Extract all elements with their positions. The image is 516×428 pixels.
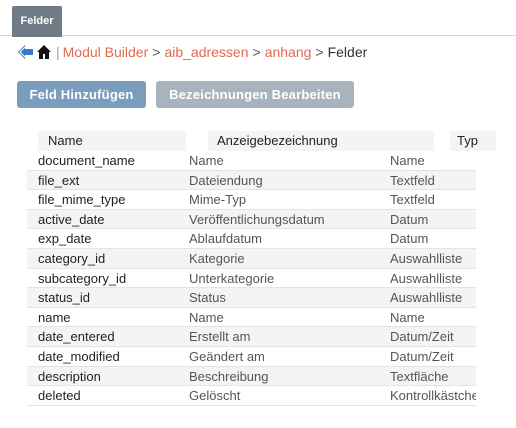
field-name-cell[interactable]: subcategory_id <box>38 269 188 288</box>
field-label-cell: Veröffentlichungsdatum <box>189 211 325 227</box>
field-label-cell: Mime-Typ <box>189 192 247 208</box>
field-type-cell: Kontrollkästchen <box>390 388 476 404</box>
table-header: Name Anzeigebezeichnung Typ <box>17 131 496 151</box>
table-row[interactable]: date_modified Geändert am Datum/Zeit <box>27 347 476 367</box>
fields-table: document_name Name Name file_ext Dateiendung… <box>27 151 476 406</box>
breadcrumb-arrow: > <box>252 44 261 60</box>
field-name-cell[interactable]: exp_date <box>38 229 188 248</box>
field-type-cell: Auswahlliste <box>390 290 463 306</box>
field-label-cell: Ablaufdatum <box>189 231 262 247</box>
field-label-cell: Dateiendung <box>189 172 263 188</box>
table-row[interactable]: name Name Name <box>27 308 476 328</box>
field-label-cell: Kategorie <box>189 250 245 266</box>
table-row[interactable]: deletedGelöscht Kontrollkästchen <box>27 386 476 406</box>
field-name-cell[interactable]: document_name <box>38 151 188 170</box>
column-header-label[interactable]: Anzeigebezeichnung <box>208 131 434 151</box>
field-label-cell: Unterkategorie <box>189 270 275 286</box>
field-type-cell: Datum/Zeit <box>390 348 454 364</box>
table-row[interactable]: document_name Name Name <box>27 151 476 171</box>
add-field-button[interactable]: Feld Hinzufügen <box>17 81 146 108</box>
field-name-cell[interactable]: description <box>38 367 188 386</box>
field-type-cell: Name <box>390 153 425 168</box>
field-type-cell: Auswahlliste <box>390 270 463 286</box>
field-name-cell[interactable]: file_mime_type <box>38 190 188 209</box>
field-type-cell: Datum <box>390 231 429 247</box>
edit-labels-button[interactable]: Bezeichnungen Bearbeiten <box>156 81 354 108</box>
field-label-cell: Beschreibung <box>189 368 269 384</box>
table-row[interactable]: category_id Kategorie Auswahlliste <box>27 248 476 269</box>
home-icon[interactable] <box>36 44 53 60</box>
field-label-cell: Gelöscht <box>189 388 241 404</box>
field-label-cell: Name <box>189 153 224 168</box>
field-label-cell: Erstellt am <box>189 329 251 345</box>
field-type-cell: Textfeld <box>390 172 435 188</box>
field-type-cell: Auswahlliste <box>390 250 463 266</box>
field-type-cell: Textfeld <box>390 192 435 208</box>
breadcrumb-link-aib-adressen[interactable]: aib_adressen <box>164 44 248 60</box>
back-arrow-icon[interactable] <box>17 44 34 60</box>
breadcrumb-link-anhang[interactable]: anhang <box>265 44 312 60</box>
field-label-cell: Name <box>189 309 224 325</box>
table-row[interactable]: status_id Status Auswahlliste <box>27 288 476 308</box>
column-header-name[interactable]: Name <box>38 131 186 151</box>
field-name-cell[interactable]: date_entered <box>38 327 188 346</box>
field-name-cell[interactable]: deleted <box>38 386 188 405</box>
breadcrumb-separator: | <box>56 44 60 60</box>
field-label-cell: Geändert am <box>189 348 265 364</box>
table-row[interactable]: active_date Veröffentlichungsdatum Datum <box>27 209 476 230</box>
table-row[interactable]: file_mime_type Mime-Typ Textfeld <box>27 190 476 210</box>
field-name-cell[interactable]: file_ext <box>38 171 188 190</box>
tab-bar: Felder <box>0 0 516 37</box>
field-name-cell[interactable]: category_id <box>38 249 188 268</box>
field-label-cell: Status <box>189 290 226 306</box>
tab-felder[interactable]: Felder <box>12 6 62 37</box>
table-row[interactable]: file_ext Dateiendung Textfeld <box>27 170 476 191</box>
table-row[interactable]: description Beschreibung Textfläche <box>27 366 476 387</box>
table-row[interactable]: date_entered Erstellt am Datum/Zeit <box>27 327 476 347</box>
field-name-cell[interactable]: date_modified <box>38 347 188 366</box>
field-name-cell[interactable]: name <box>38 308 188 327</box>
breadcrumb-arrow: > <box>315 44 324 60</box>
field-name-cell[interactable]: active_date <box>38 210 188 229</box>
table-row[interactable]: subcategory_id Unterkategorie Auswahlliste <box>27 269 476 289</box>
field-type-cell: Textfläche <box>390 368 449 384</box>
breadcrumb: | Modul Builder > aib_adressen > anhang … <box>17 42 367 62</box>
breadcrumb-link-modul-builder[interactable]: Modul Builder <box>63 44 149 60</box>
breadcrumb-arrow: > <box>152 44 161 60</box>
table-row[interactable]: exp_date Ablaufdatum Datum <box>27 229 476 249</box>
field-name-cell[interactable]: status_id <box>38 288 188 307</box>
column-header-type[interactable]: Typ <box>450 131 496 151</box>
field-type-cell: Datum/Zeit <box>390 329 454 345</box>
field-type-cell: Name <box>390 309 425 325</box>
breadcrumb-current: Felder <box>327 44 368 60</box>
field-type-cell: Datum <box>390 211 429 227</box>
